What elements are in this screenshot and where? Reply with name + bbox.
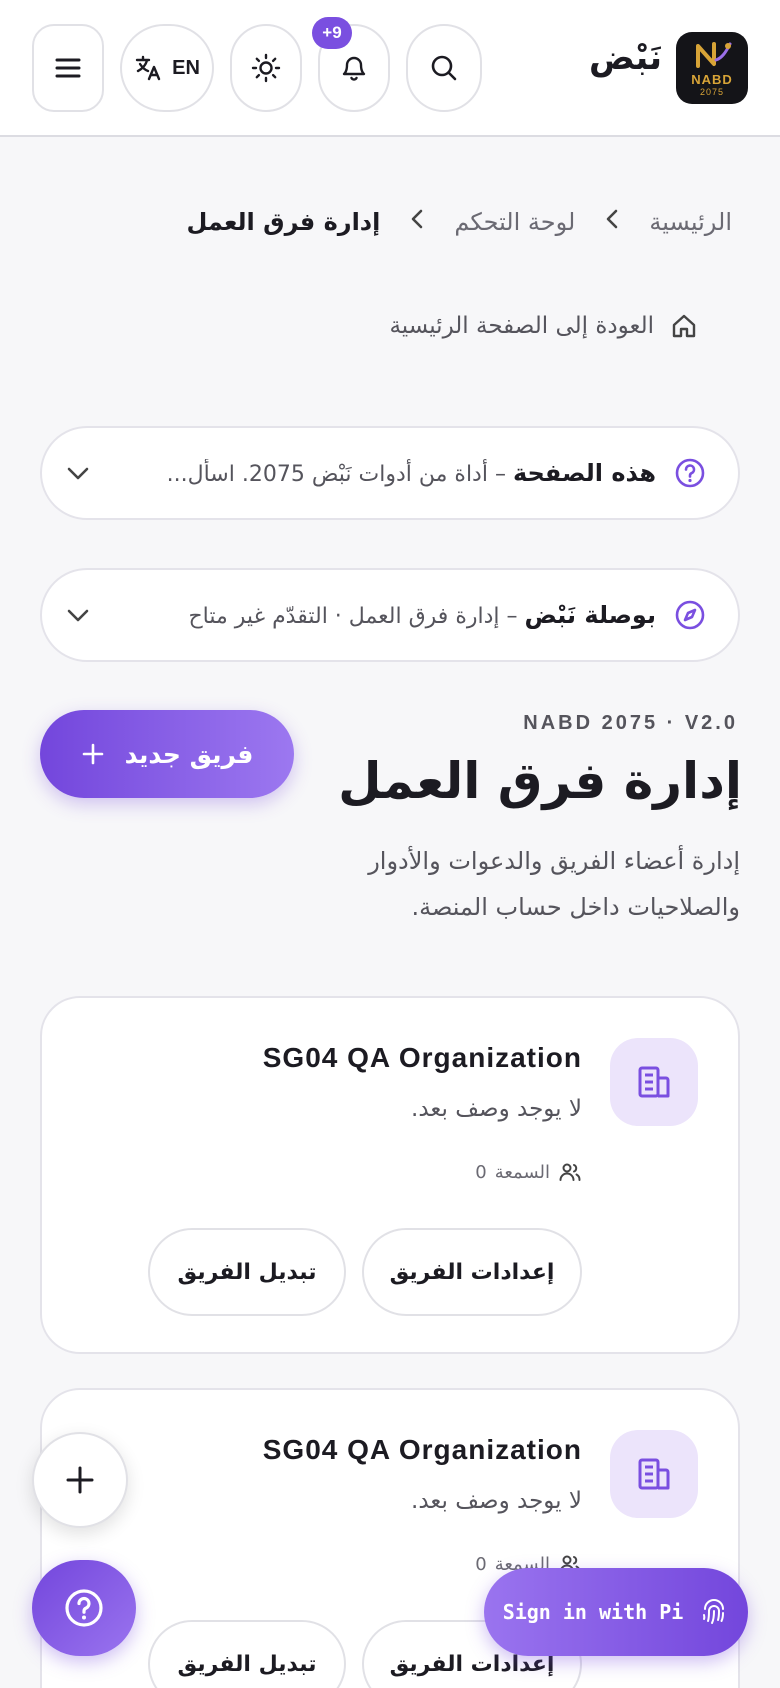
breadcrumb: الرئيسية لوحة التحكم إدارة فرق العمل xyxy=(186,208,732,236)
bell-icon xyxy=(342,56,366,81)
new-team-button[interactable]: فريق جديد xyxy=(40,710,294,798)
breadcrumb-current: إدارة فرق العمل xyxy=(186,208,381,236)
compass-icon xyxy=(675,600,705,630)
page-info-title: هذه الصفحة xyxy=(512,459,656,487)
back-link-label: العودة إلى الصفحة الرئيسية xyxy=(389,313,654,339)
search-icon xyxy=(431,55,457,81)
team-reputation: السمعة 0 xyxy=(475,1160,582,1184)
compass-body: – إدارة فرق العمل · التقدّم غير متاح xyxy=(188,604,525,629)
chevron-left-icon xyxy=(605,208,619,236)
language-label: EN xyxy=(172,56,200,79)
search-button[interactable] xyxy=(406,24,482,112)
back-to-home-link[interactable]: العودة إلى الصفحة الرئيسية xyxy=(389,312,698,340)
help-circle-icon xyxy=(675,458,705,488)
plus-icon xyxy=(66,1466,94,1494)
switch-team-button[interactable]: تبديل الفريق xyxy=(148,1228,346,1316)
theme-toggle-button[interactable] xyxy=(230,24,302,112)
team-description: لا يوجد وصف بعد. xyxy=(411,1096,582,1122)
compass-accordion[interactable]: بوصلة نَبْض – إدارة فرق العمل · التقدّم … xyxy=(40,568,740,662)
reputation-value: 0 xyxy=(475,1553,487,1575)
quick-add-button[interactable] xyxy=(32,1432,128,1528)
logo-text: NABD xyxy=(691,71,733,87)
home-icon xyxy=(672,314,696,338)
page-info-accordion[interactable]: هذه الصفحة – أداة من أدوات نَبْض 2075. ا… xyxy=(40,426,740,520)
brand-logo[interactable]: NABD 2075 xyxy=(676,32,748,104)
page-info-text: هذه الصفحة – أداة من أدوات نَبْض 2075. ا… xyxy=(114,459,656,487)
page-description: إدارة أعضاء الفريق والدعوات والأدوار وال… xyxy=(368,847,740,921)
chevron-down-icon xyxy=(67,467,89,480)
compass-title: بوصلة نَبْض xyxy=(524,601,656,629)
reputation-value: 0 xyxy=(475,1161,487,1183)
chevron-down-icon xyxy=(67,609,89,622)
logo-mark-icon xyxy=(696,41,732,68)
reputation-label: السمعة xyxy=(494,1161,550,1183)
team-card: SG04 QA Organization لا يوجد وصف بعد. ال… xyxy=(40,996,740,1354)
app-header: EN +9 نَبْض NABD 2075 xyxy=(0,0,780,137)
team-name: SG04 QA Organization xyxy=(262,1434,582,1465)
compass-text: بوصلة نَبْض – إدارة فرق العمل · التقدّم … xyxy=(114,601,656,629)
building-icon xyxy=(610,1430,698,1518)
users-icon xyxy=(559,1163,581,1181)
language-button[interactable]: EN xyxy=(120,24,214,112)
logo-year: 2075 xyxy=(699,86,725,97)
help-circle-icon xyxy=(65,1589,103,1627)
breadcrumb-home[interactable]: الرئيسية xyxy=(649,208,732,236)
menu-icon xyxy=(55,58,81,78)
sun-icon xyxy=(251,53,281,83)
sign-in-with-pi-button[interactable]: Sign in with Pi xyxy=(484,1568,748,1656)
team-settings-button[interactable]: إعدادات الفريق xyxy=(362,1228,582,1316)
notification-badge: +9 xyxy=(312,17,352,49)
brand-name[interactable]: نَبْض xyxy=(589,38,662,78)
menu-button[interactable] xyxy=(32,24,104,112)
version-eyebrow: NABD 2075 · V2.0 xyxy=(523,712,738,734)
page-info-body: – أداة من أدوات نَبْض 2075. اسأل... xyxy=(166,462,513,487)
plus-icon xyxy=(82,743,103,765)
building-icon xyxy=(610,1038,698,1126)
translate-icon xyxy=(135,55,161,81)
switch-team-button[interactable]: تبديل الفريق xyxy=(148,1620,346,1688)
page-title: إدارة فرق العمل xyxy=(338,752,742,810)
new-team-label: فريق جديد xyxy=(124,739,254,769)
chevron-left-icon xyxy=(410,208,424,236)
team-name: SG04 QA Organization xyxy=(262,1042,582,1073)
team-description: لا يوجد وصف بعد. xyxy=(411,1488,582,1514)
sign-in-label: Sign in with Pi xyxy=(502,1600,684,1624)
breadcrumb-dashboard[interactable]: لوحة التحكم xyxy=(454,208,575,236)
help-chat-button[interactable] xyxy=(32,1560,136,1656)
fingerprint-icon xyxy=(703,1599,725,1624)
